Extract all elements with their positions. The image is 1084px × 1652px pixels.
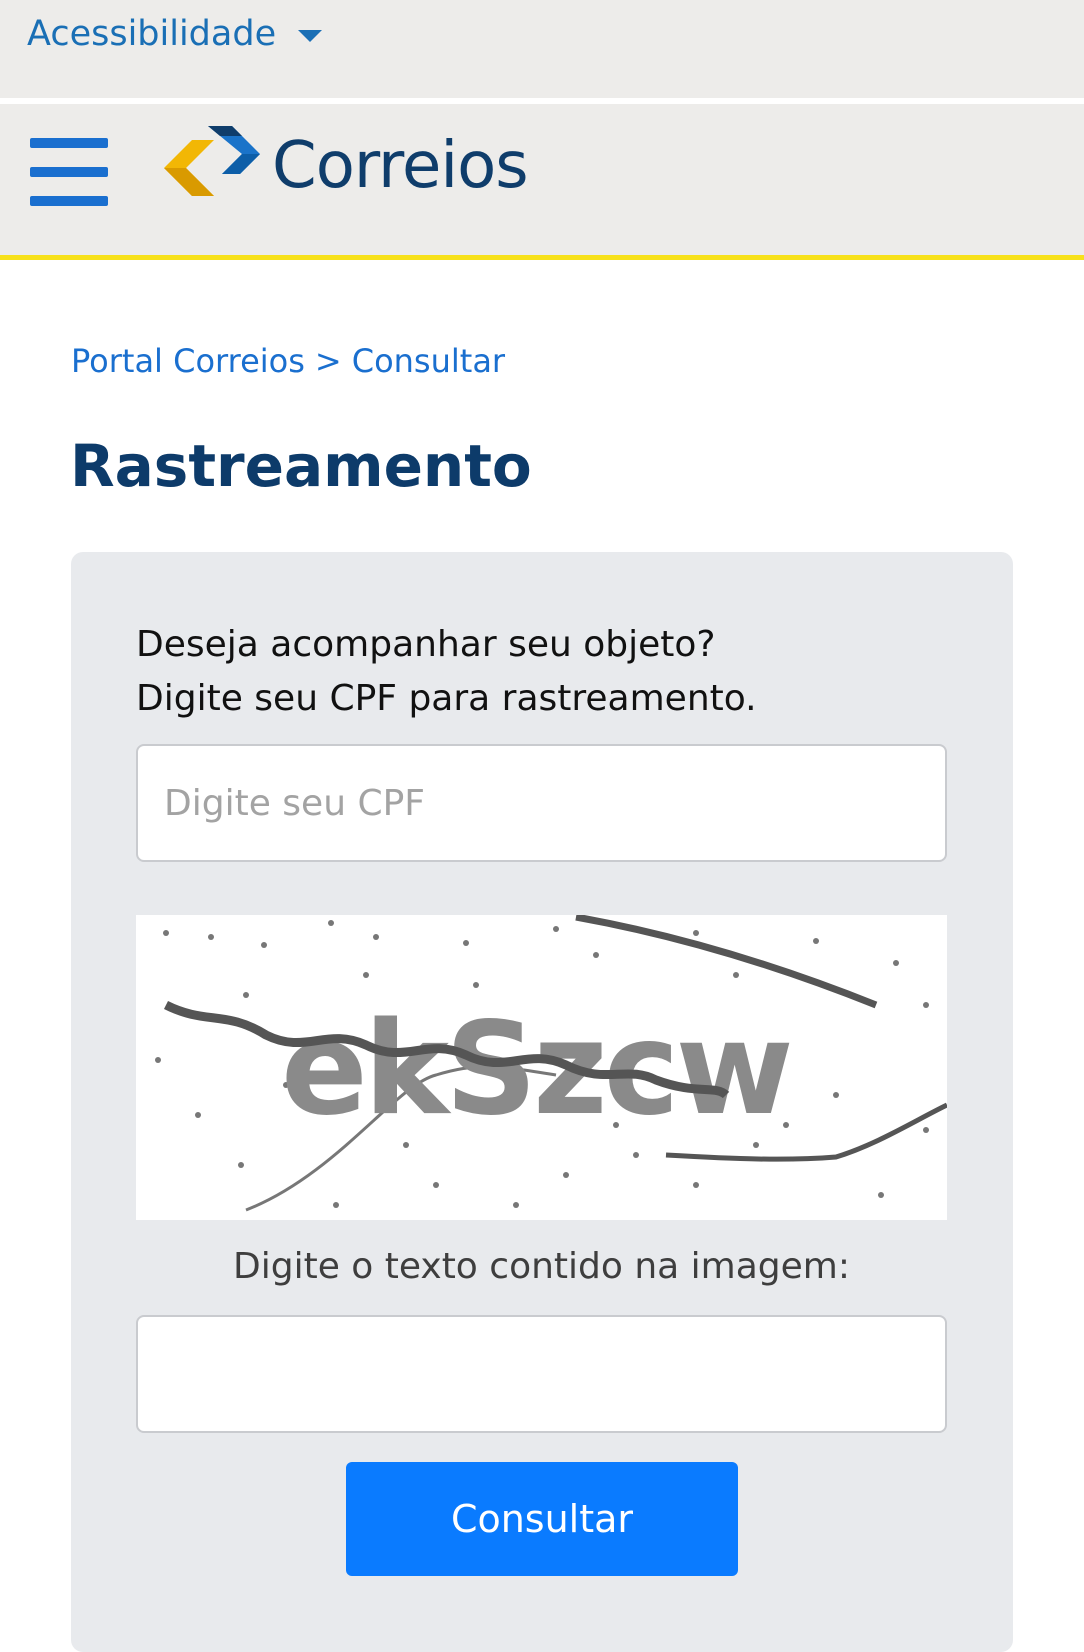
consultar-button[interactable]: Consultar (346, 1462, 738, 1576)
accessibility-dropdown[interactable]: Acessibilidade (27, 14, 323, 54)
accessibility-bar: Acessibilidade (0, 0, 1084, 98)
form-intro: Deseja acompanhar seu objeto? Digite seu… (136, 618, 757, 726)
intro-line-1: Deseja acompanhar seu objeto? (136, 624, 716, 665)
breadcrumb-home-link[interactable]: Portal Correios (71, 342, 305, 380)
accessibility-label: Acessibilidade (27, 14, 277, 54)
captcha-label: Digite o texto contido na imagem: (233, 1246, 850, 1287)
site-header: Correios (0, 104, 1084, 260)
breadcrumb: Portal Correios > Consultar (71, 342, 505, 380)
intro-line-2: Digite seu CPF para rastreamento. (136, 678, 757, 719)
breadcrumb-current-link[interactable]: Consultar (352, 342, 505, 380)
breadcrumb-separator: > (314, 342, 342, 380)
correios-logo-icon (164, 126, 260, 196)
cpf-input[interactable] (136, 744, 947, 862)
captcha-strike-line (163, 1000, 730, 1099)
captcha-image: ekSzcw (136, 915, 947, 1220)
page-title: Rastreamento (70, 432, 532, 500)
captcha-input[interactable] (136, 1315, 947, 1433)
caret-down-icon (298, 30, 323, 42)
hamburger-menu-icon[interactable] (30, 138, 108, 206)
logo-wordmark: Correios (272, 129, 529, 203)
correios-logo[interactable]: Correios (162, 126, 529, 206)
